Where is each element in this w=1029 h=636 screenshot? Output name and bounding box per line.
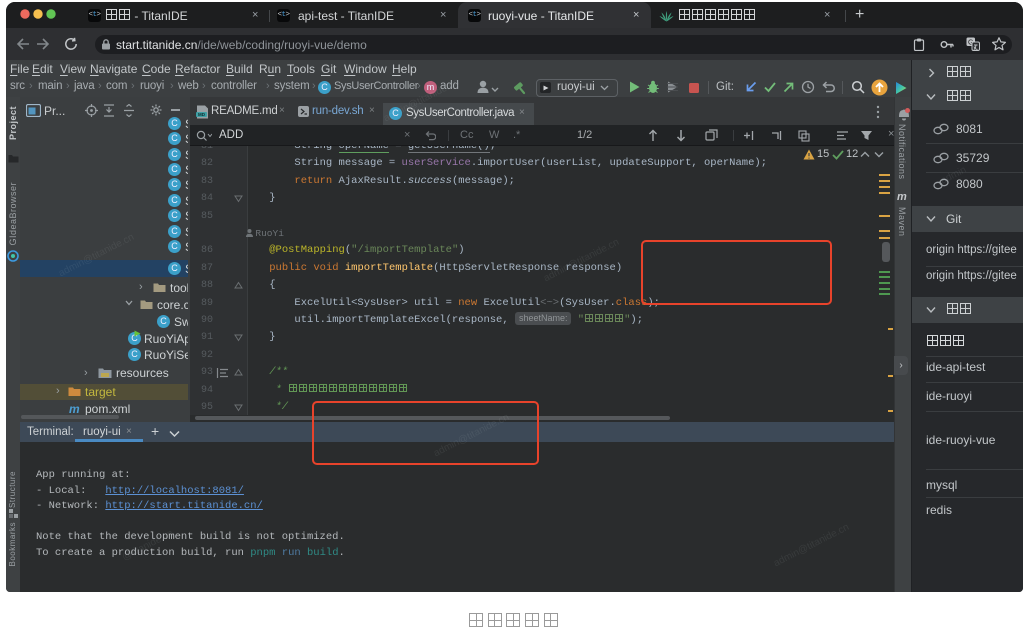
svg-text:MD: MD — [198, 112, 206, 117]
